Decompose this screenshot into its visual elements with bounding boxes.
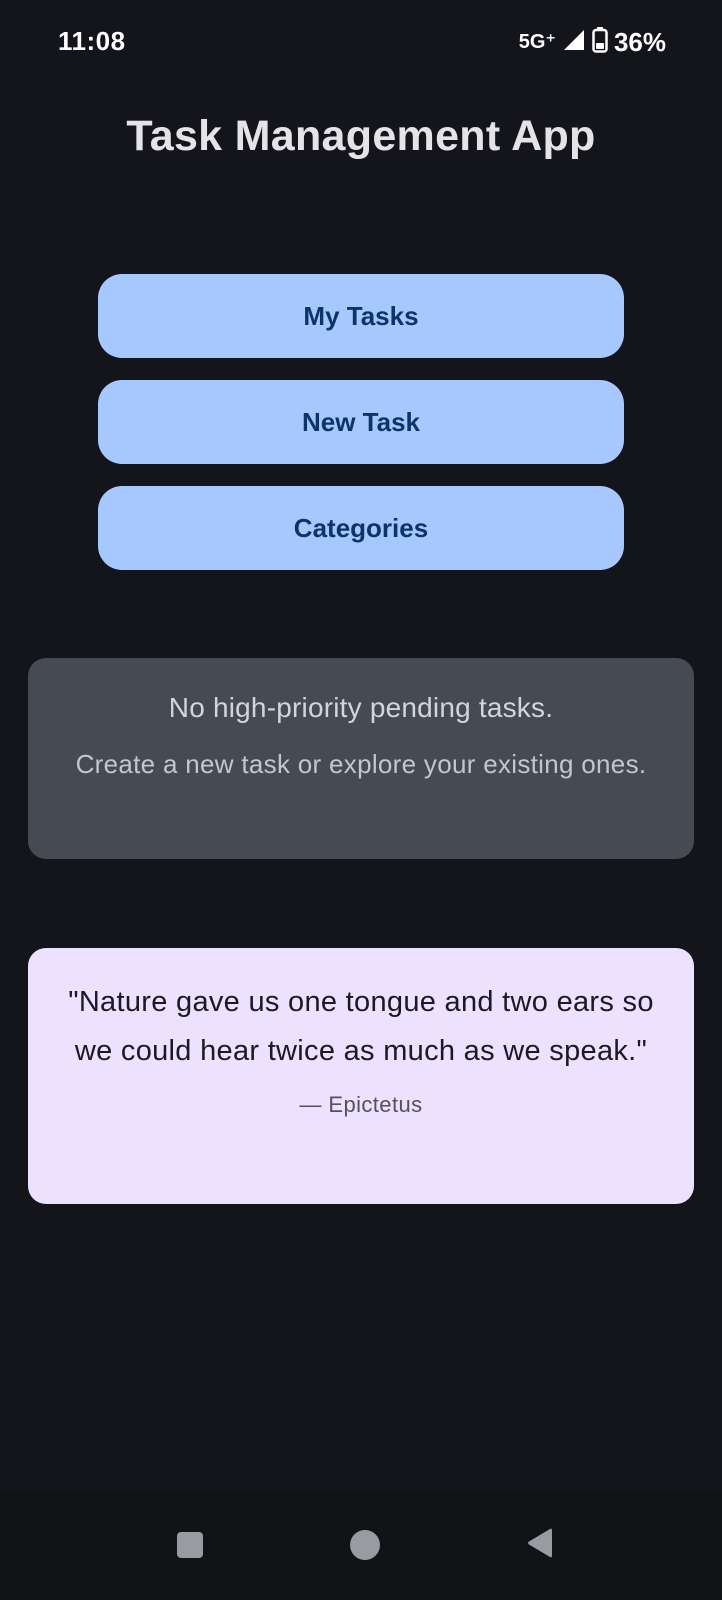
battery-percentage: 36% xyxy=(613,26,666,57)
back-button[interactable] xyxy=(510,1490,570,1600)
recent-apps-button[interactable] xyxy=(160,1490,220,1600)
status-bar: 11:08 5G⁺ 36% xyxy=(0,0,722,86)
high-priority-tasks-card: No high-priority pending tasks. Create a… xyxy=(28,658,694,859)
recent-apps-icon xyxy=(177,1532,203,1558)
empty-state-subtitle: Create a new task or explore your existi… xyxy=(75,749,647,779)
network-type-label: 5G⁺ xyxy=(518,30,556,53)
battery-icon xyxy=(592,26,608,58)
my-tasks-button[interactable]: My Tasks xyxy=(98,274,624,358)
screen: 11:08 5G⁺ 36% Task Management App My Tas… xyxy=(0,0,722,1600)
empty-state-title: No high-priority pending tasks. xyxy=(168,692,554,723)
signal-icon xyxy=(562,28,586,57)
status-indicators: 5G⁺ 36% xyxy=(519,26,666,58)
quote-card: "Nature gave us one tongue and two ears … xyxy=(28,948,694,1204)
home-icon xyxy=(350,1530,380,1560)
system-navigation-bar xyxy=(0,1490,722,1600)
quote-author: — Epictetus xyxy=(299,1092,423,1117)
categories-button[interactable]: Categories xyxy=(98,486,624,570)
back-icon xyxy=(525,1527,555,1564)
new-task-button[interactable]: New Task xyxy=(98,380,624,464)
home-button[interactable] xyxy=(335,1490,395,1600)
page-title: Task Management App xyxy=(126,112,596,160)
quote-text: "Nature gave us one tongue and two ears … xyxy=(68,986,654,1067)
status-time: 11:08 xyxy=(58,26,126,56)
